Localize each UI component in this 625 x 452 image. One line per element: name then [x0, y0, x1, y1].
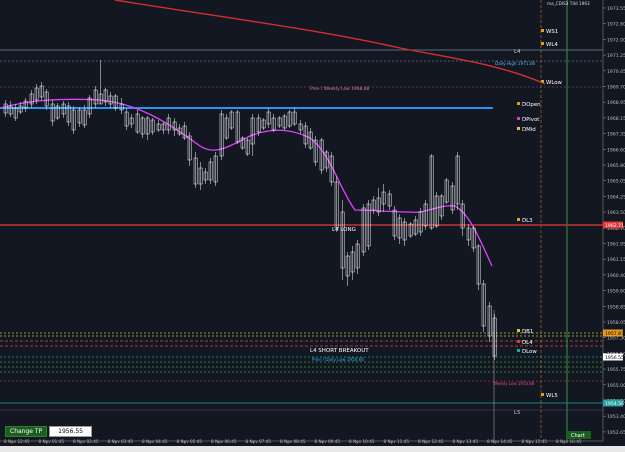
price-tick-label: 1953.40 [607, 414, 625, 420]
time-tick-label: 8 Nov 04:45 [142, 439, 168, 444]
level-dlow-marker [517, 349, 520, 352]
price-tag-dl3-label: 1962.71 [605, 223, 624, 229]
level-dopen-marker [517, 102, 520, 105]
price-tick-label: 1958.05 [607, 320, 625, 326]
moving-average-red [114, 0, 546, 85]
price-tick-label: 1967.35 [607, 132, 625, 138]
level-prev_daily_low-label: Prev / Daily Low 1956.66 [312, 357, 364, 362]
time-tick-label: 8 Nov 06:45 [211, 439, 237, 444]
bottom-tab-strip[interactable] [0, 446, 625, 452]
level-l5-label: L5 [514, 410, 520, 416]
level-dl3-label: DL3 [522, 218, 533, 224]
time-tick-label: 8 Nov 12:45 [418, 439, 444, 444]
time-tick-label: 8 Nov 01:45 [39, 439, 65, 444]
level-l4-label: L4 [514, 49, 521, 55]
time-tick-label: 8 Nov 22:45 [4, 439, 30, 444]
level-dmid-label: DMid [522, 127, 536, 133]
time-tick-label: 8 Nov 07:45 [246, 439, 272, 444]
time-tick-label: 8 Nov 03:45 [108, 439, 134, 444]
time-tick-label: 8 Nov 14:45 [487, 439, 513, 444]
time-tick-label: 8 Nov 02:45 [73, 439, 99, 444]
price-tick-label: 1955.75 [607, 367, 625, 373]
price-tick-label: 1961.15 [607, 257, 625, 263]
price-tick-label: 1970.45 [607, 69, 625, 75]
chart-tag-label: Chart [571, 433, 585, 439]
price-tick-label: 1961.95 [607, 242, 625, 248]
level-wl4-marker [541, 42, 544, 45]
level-prev_weekly_low-label: Prev / Weekly Low 1968.88 [310, 86, 369, 92]
change-tp-value[interactable]: 1956.55 [49, 425, 92, 437]
level-wl4-label: WL4 [546, 42, 558, 48]
level-dpivot-marker [517, 117, 520, 120]
price-tag-current-label: 1956.55 [605, 355, 624, 361]
level-dl3-marker [517, 218, 520, 221]
time-tick-label: 8 Nov 11:45 [384, 439, 410, 444]
time-tick-label: 8 Nov 09:45 [315, 439, 341, 444]
price-tick-label: 1969.70 [607, 85, 625, 91]
price-tick-label: 1965.05 [607, 179, 625, 185]
level-dmid-marker [517, 127, 520, 130]
price-tick-label: 1965.80 [607, 163, 625, 169]
level-ws1-label: WS1 [546, 29, 558, 35]
price-tick-label: 1968.95 [607, 100, 625, 106]
price-tick-label: 1972.00 [607, 37, 625, 43]
level-ws1-marker [541, 29, 544, 32]
time-tick-label: 8 Nov 15:45 [522, 439, 548, 444]
price-tick-label: 1968.15 [607, 116, 625, 122]
level-wl5-label: WL5 [546, 393, 558, 399]
level-weekly_low-label: Weekly Low 1954.88 [493, 381, 535, 386]
price-tick-label: 1958.85 [607, 304, 625, 310]
price-tag-a-label: 1957.87 [605, 331, 624, 337]
level-daily_high-label: Daily High 1971.06 [495, 61, 536, 66]
level-db1-marker [517, 329, 520, 332]
price-tag-c-label: 1954.56 [605, 401, 624, 407]
level-dl4-label: DL4 [522, 340, 533, 346]
price-tick-label: 1960.40 [607, 273, 625, 279]
price-tick-label: 1955.00 [607, 383, 625, 389]
level-dlow-label: DLow [522, 349, 537, 355]
candlestick-chart[interactable]: WS1 WL4 L4 Daily High 1971.06 WLow Prev / Wee… [0, 0, 625, 452]
level-wl5-marker [541, 393, 544, 396]
time-tick-label: 8 Nov 10:45 [349, 439, 375, 444]
price-tick-label: 1964.25 [607, 194, 625, 200]
level-l4_short-label: L4 SHORT BREAKOUT [310, 348, 369, 354]
price-tick-label: 1952.65 [607, 430, 625, 436]
price-tick-label: 1959.60 [607, 289, 625, 295]
price-tick-label: 1966.60 [607, 147, 625, 153]
time-tick-label: 8 Nov 08:45 [280, 439, 306, 444]
level-dl4-marker [517, 340, 520, 343]
time-tick-label: 8 Nov 05:45 [177, 439, 203, 444]
price-tick-label: 1972.80 [607, 22, 625, 28]
time-tick-label: 8 Nov 16:45 [556, 439, 582, 444]
price-tick-label: 1963.50 [607, 210, 625, 216]
level-wlow-label: WLow [546, 80, 563, 86]
time-tick-label: 8 Nov 13:45 [453, 439, 479, 444]
level-dpivot-label: DPivot [522, 117, 539, 123]
change-tp-widget: Change TP 1956.55 [5, 425, 92, 437]
trading-chart[interactable]: WS1 WL4 L4 Daily High 1971.06 WLow Prev / Wee… [0, 0, 625, 452]
price-tick-label: 1971.25 [607, 53, 625, 59]
level-db1-label: DB1 [522, 329, 533, 335]
level-dopen-label: DOpen [522, 102, 541, 108]
indicator-top-label: ma_CDIS3 T4d 1963 [547, 1, 590, 6]
price-tick-label: 1973.55 [607, 6, 625, 12]
change-tp-button[interactable]: Change TP [5, 425, 48, 437]
